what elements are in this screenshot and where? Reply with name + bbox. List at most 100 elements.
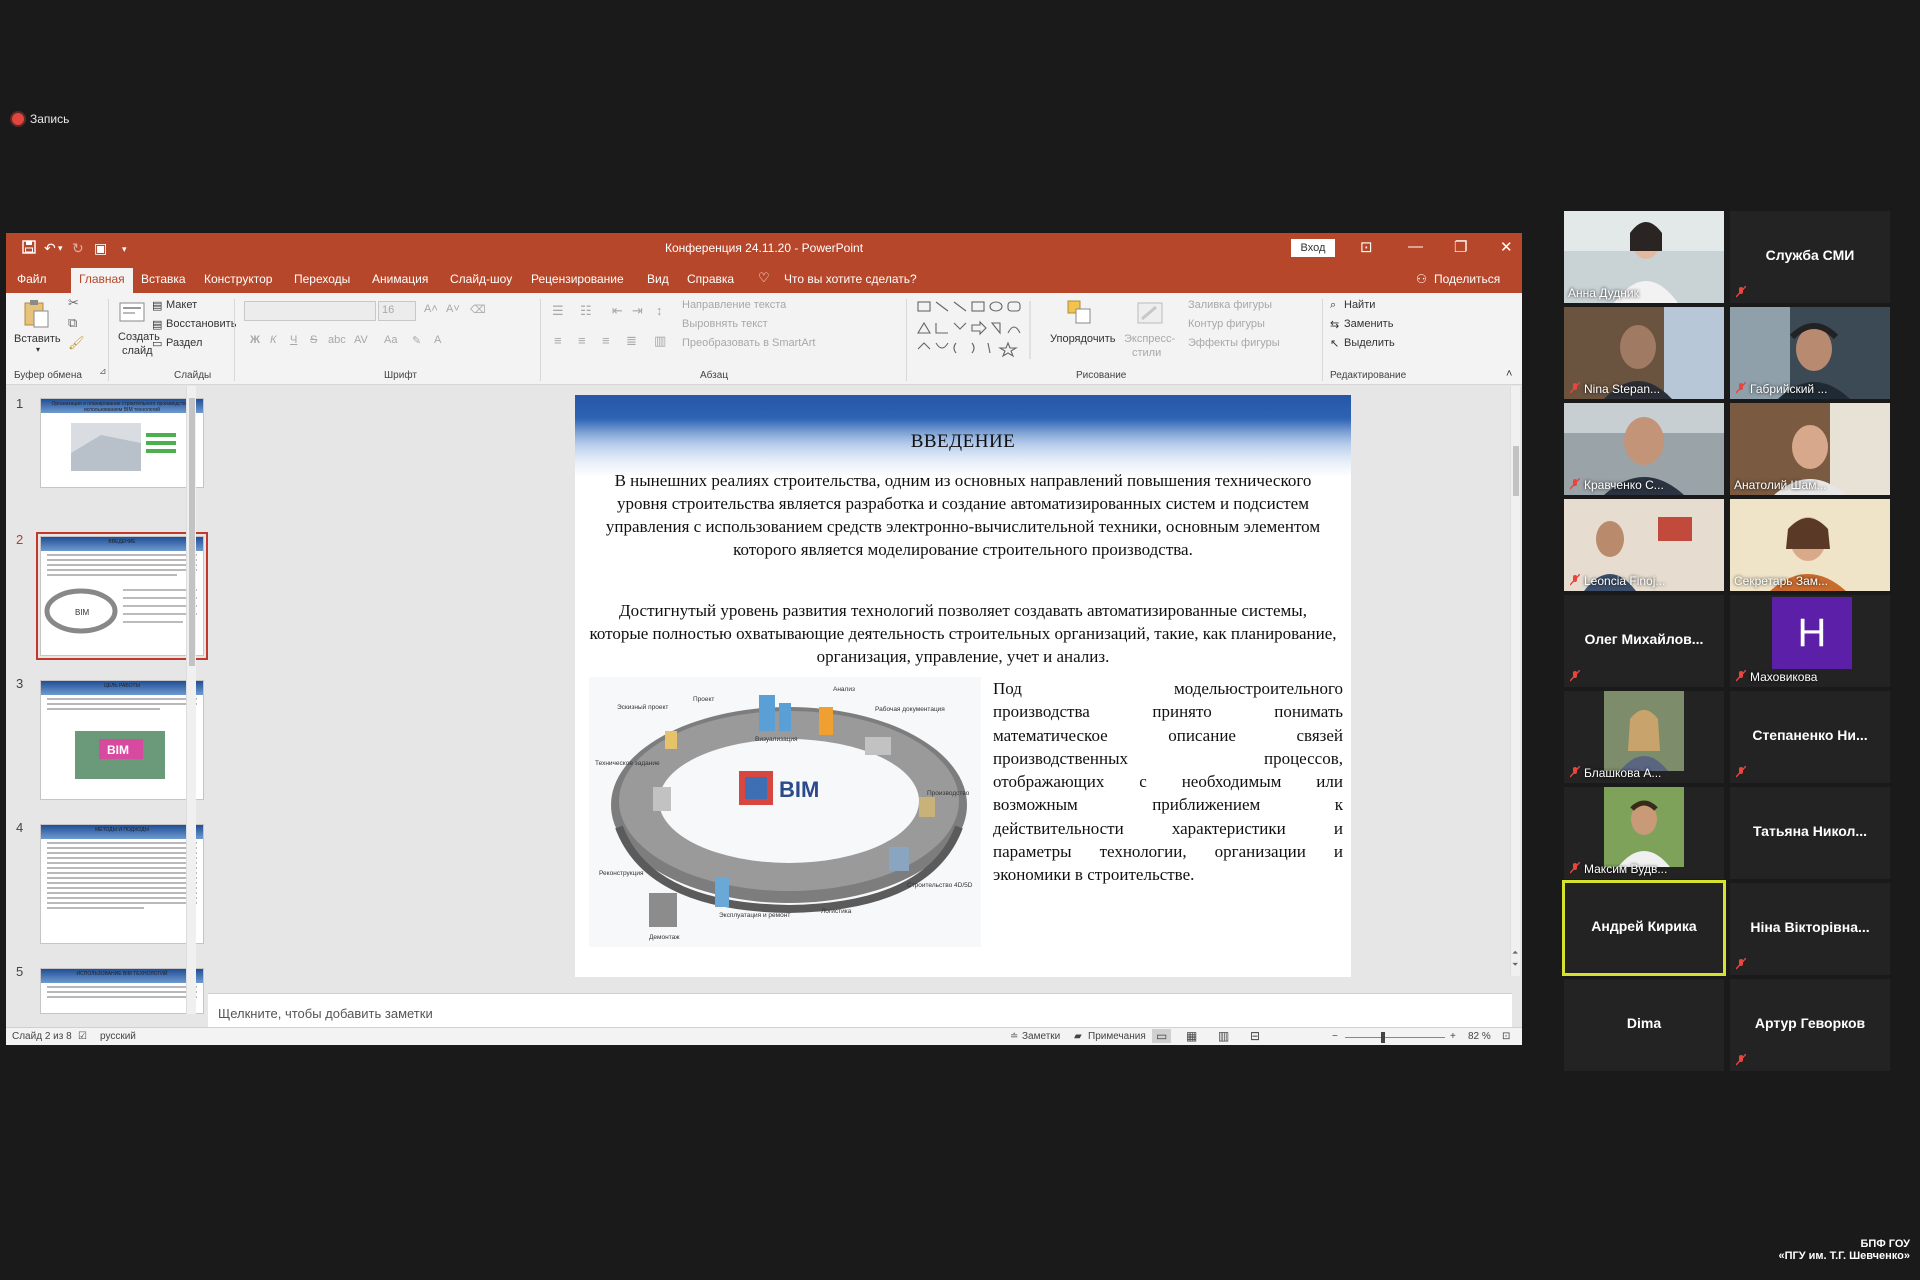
thumbnail-slide-5[interactable]: ИСПОЛЬЗОВАНИЕ BIM ТЕХНОЛОГИЙ bbox=[40, 968, 204, 1014]
select-button[interactable]: Выделить bbox=[1344, 337, 1395, 349]
sorter-view-icon[interactable]: ▦ bbox=[1186, 1029, 1197, 1043]
reading-view-icon[interactable]: ▥ bbox=[1218, 1029, 1229, 1043]
highlight-icon[interactable]: ✎ bbox=[412, 334, 421, 347]
strike-icon[interactable]: S bbox=[310, 334, 317, 346]
cut-icon[interactable]: ✂ bbox=[68, 295, 79, 311]
ribbon-display-icon[interactable]: ⊡ bbox=[1360, 238, 1373, 256]
participant-tile[interactable]: Артур Геворков bbox=[1730, 979, 1890, 1071]
shape-effects-button[interactable]: Эффекты фигуры bbox=[1188, 337, 1280, 349]
thumbnail-slide-2[interactable]: ВВЕДЕНИЕ BIM bbox=[36, 532, 208, 660]
replace-button[interactable]: Заменить bbox=[1344, 318, 1393, 330]
participant-tile[interactable]: Ніна Вікторівна... bbox=[1730, 883, 1890, 975]
select-icon[interactable]: ↖ bbox=[1330, 337, 1339, 350]
align-center-icon[interactable]: ≡ bbox=[578, 333, 586, 348]
prev-slide-icon[interactable]: ⏶ bbox=[1512, 948, 1518, 958]
replace-icon[interactable]: ⇆ bbox=[1330, 318, 1339, 331]
participant-tile[interactable]: Анна Дудник bbox=[1564, 211, 1724, 303]
thumbnail-scrollbar[interactable] bbox=[186, 386, 196, 1014]
new-slide-label-2[interactable]: слайд bbox=[122, 345, 153, 357]
comments-toggle[interactable]: Примечания bbox=[1088, 1031, 1146, 1042]
share-button[interactable]: Поделиться bbox=[1434, 272, 1500, 286]
paste-icon[interactable] bbox=[22, 299, 50, 329]
current-slide[interactable]: ВВЕДЕНИЕ В нынешних реалиях строительств… bbox=[575, 395, 1351, 977]
tab-home[interactable]: Главная bbox=[71, 268, 133, 293]
participant-tile[interactable]: Максим Вудв... bbox=[1564, 787, 1724, 879]
underline-icon[interactable]: Ч bbox=[290, 334, 297, 346]
change-case-icon[interactable]: Aa bbox=[384, 334, 397, 346]
paste-label[interactable]: Вставить bbox=[14, 333, 61, 345]
grow-font-icon[interactable]: A˄ bbox=[424, 303, 438, 315]
layout-icon[interactable]: ▤ bbox=[152, 299, 162, 312]
indent-icon[interactable]: ⇤ bbox=[612, 303, 623, 319]
participant-tile[interactable]: Блашкова А... bbox=[1564, 691, 1724, 783]
participant-tile[interactable]: Олег Михайлов... bbox=[1564, 595, 1724, 687]
smartart-button[interactable]: Преобразовать в SmartArt bbox=[682, 337, 815, 349]
language-indicator[interactable]: русский bbox=[100, 1031, 136, 1042]
participant-tile[interactable]: Кравченко С... bbox=[1564, 403, 1724, 495]
section-button[interactable]: Раздел bbox=[166, 337, 202, 349]
tab-view[interactable]: Вид bbox=[647, 272, 669, 286]
tab-transitions[interactable]: Переходы bbox=[294, 272, 350, 286]
font-family-combo[interactable] bbox=[244, 301, 376, 321]
tab-design[interactable]: Конструктор bbox=[204, 272, 272, 286]
spacing-icon[interactable]: abc bbox=[328, 334, 346, 346]
fit-slide-icon[interactable]: ⊡ bbox=[1502, 1031, 1510, 1042]
participant-tile[interactable]: H Маховикова bbox=[1730, 595, 1890, 687]
tab-help[interactable]: Справка bbox=[687, 272, 734, 286]
align-text-button[interactable]: Выровнять текст bbox=[682, 318, 768, 330]
participant-tile[interactable]: Nina Stepan... bbox=[1564, 307, 1724, 399]
participant-tile[interactable]: Татьяна Никол... bbox=[1730, 787, 1890, 879]
quick-styles-label-2[interactable]: стили bbox=[1132, 347, 1161, 359]
font-color-icon[interactable]: A bbox=[434, 334, 441, 346]
zoom-slider[interactable] bbox=[1345, 1037, 1445, 1038]
zoom-slider-handle[interactable] bbox=[1381, 1032, 1385, 1043]
close-icon[interactable]: ✕ bbox=[1500, 238, 1513, 256]
tab-insert[interactable]: Вставка bbox=[141, 272, 186, 286]
italic-icon[interactable]: К bbox=[270, 334, 276, 346]
find-button[interactable]: Найти bbox=[1344, 299, 1375, 311]
shrink-font-icon[interactable]: A˅ bbox=[446, 303, 460, 315]
minimize-icon[interactable]: — bbox=[1408, 238, 1423, 255]
zoom-in-icon[interactable]: + bbox=[1450, 1031, 1456, 1042]
shapes-gallery[interactable] bbox=[916, 299, 1038, 361]
tab-file[interactable]: Файл bbox=[17, 272, 47, 286]
reset-icon[interactable]: ▤ bbox=[152, 318, 162, 331]
participant-tile[interactable]: Габрийский ... bbox=[1730, 307, 1890, 399]
bold-icon[interactable]: Ж bbox=[250, 334, 260, 346]
reset-button[interactable]: Восстановить bbox=[166, 318, 236, 330]
participant-tile[interactable]: Dima bbox=[1564, 979, 1724, 1071]
find-icon[interactable]: ⌕ bbox=[1330, 299, 1336, 312]
new-slide-icon[interactable] bbox=[118, 299, 146, 329]
participant-tile-active-speaker[interactable]: Андрей Кирика bbox=[1562, 880, 1726, 976]
restore-icon[interactable]: ❐ bbox=[1454, 238, 1467, 256]
notes-icon[interactable]: ≐ bbox=[1010, 1031, 1018, 1042]
justify-icon[interactable]: ≣ bbox=[626, 333, 637, 349]
thumbnail-slide-1[interactable]: Организация и планирование строительного… bbox=[40, 398, 204, 488]
quick-styles-icon[interactable] bbox=[1136, 299, 1164, 329]
layout-button[interactable]: Макет bbox=[166, 299, 197, 311]
text-direction-button[interactable]: Направление текста bbox=[682, 299, 786, 311]
spellcheck-icon[interactable]: ☑ bbox=[78, 1031, 87, 1042]
tell-me-search[interactable]: Что вы хотите сделать? bbox=[784, 272, 917, 286]
section-icon[interactable]: ▭ bbox=[152, 337, 162, 350]
participant-tile[interactable]: Leoncia Finoj... bbox=[1564, 499, 1724, 591]
tab-review[interactable]: Рецензирование bbox=[531, 272, 624, 286]
clipboard-launcher-icon[interactable]: ⊿ bbox=[99, 366, 107, 377]
format-painter-icon[interactable]: 🖌 bbox=[68, 335, 85, 351]
align-left-icon[interactable]: ≡ bbox=[554, 333, 562, 348]
copy-icon[interactable]: ⧉ bbox=[68, 315, 77, 331]
editor-scrollbar[interactable]: ⏶ ⏷ bbox=[1510, 386, 1520, 976]
participant-tile[interactable]: Служба СМИ bbox=[1730, 211, 1890, 303]
arrange-icon[interactable] bbox=[1066, 299, 1094, 329]
align-right-icon[interactable]: ≡ bbox=[602, 333, 610, 348]
collapse-ribbon-icon[interactable]: ˄ bbox=[1506, 368, 1512, 380]
next-slide-icon[interactable]: ⏷ bbox=[1512, 960, 1518, 970]
tab-slideshow[interactable]: Слайд-шоу bbox=[450, 272, 512, 286]
zoom-level[interactable]: 82 % bbox=[1468, 1031, 1491, 1042]
participant-tile[interactable]: Секретарь Зам... bbox=[1730, 499, 1890, 591]
comment-icon[interactable]: ▰ bbox=[1074, 1031, 1082, 1042]
slideshow-view-icon[interactable]: ⊟ bbox=[1250, 1029, 1260, 1043]
thumbnail-slide-3[interactable]: ЦЕЛЬ РАБОТЫ BIM bbox=[40, 680, 204, 800]
sign-in-button[interactable]: Вход bbox=[1291, 239, 1335, 257]
participant-tile[interactable]: Степаненко Ни... bbox=[1730, 691, 1890, 783]
